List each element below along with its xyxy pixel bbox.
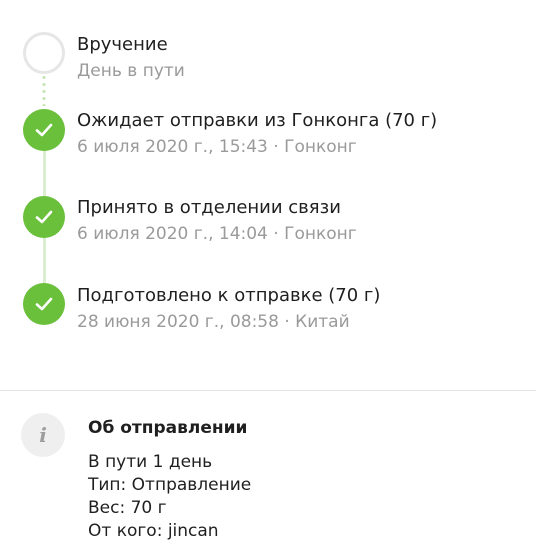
shipment-info-line: В пути 1 день [88, 452, 213, 472]
shipment-info-line: От кого: jincan [88, 521, 219, 541]
timeline-dotted-connector [42, 74, 46, 106]
timeline-event: Принято в отделении связи 6 июля 2020 г.… [77, 196, 357, 246]
event-title: Вручение [77, 34, 168, 55]
shipment-info-heading: Об отправлении [88, 418, 248, 438]
shipment-info-section: Об отправлении В пути 1 день Тип: Отправ… [88, 417, 251, 543]
pending-status-circle-icon [23, 32, 65, 74]
section-divider [0, 390, 536, 391]
checkmark-icon [23, 196, 65, 238]
info-icon: i [21, 413, 65, 457]
timeline-event: Ожидает отправки из Гонконга (70 г) 6 ию… [77, 109, 437, 159]
checkmark-icon [23, 109, 65, 151]
event-subtitle: 6 июля 2020 г., 15:43 · Гонконг [77, 137, 357, 157]
checkmark-icon [23, 283, 65, 325]
shipment-info-line: Вес: 70 г [88, 498, 167, 518]
timeline-event: Подготовлено к отправке (70 г) 28 июня 2… [77, 284, 380, 334]
event-title: Подготовлено к отправке (70 г) [77, 285, 381, 306]
event-subtitle: 6 июля 2020 г., 14:04 · Гонконг [77, 224, 357, 244]
shipment-info-line: Тип: Отправление [88, 475, 252, 495]
event-title: Принято в отделении связи [77, 197, 341, 218]
timeline-event: Вручение День в пути [77, 33, 185, 83]
tracking-timeline: Вручение День в пути Ожидает отправки из… [0, 0, 536, 380]
event-title: Ожидает отправки из Гонконга (70 г) [77, 110, 438, 131]
event-subtitle: День в пути [77, 61, 185, 81]
event-subtitle: 28 июня 2020 г., 08:58 · Китай [77, 312, 350, 332]
